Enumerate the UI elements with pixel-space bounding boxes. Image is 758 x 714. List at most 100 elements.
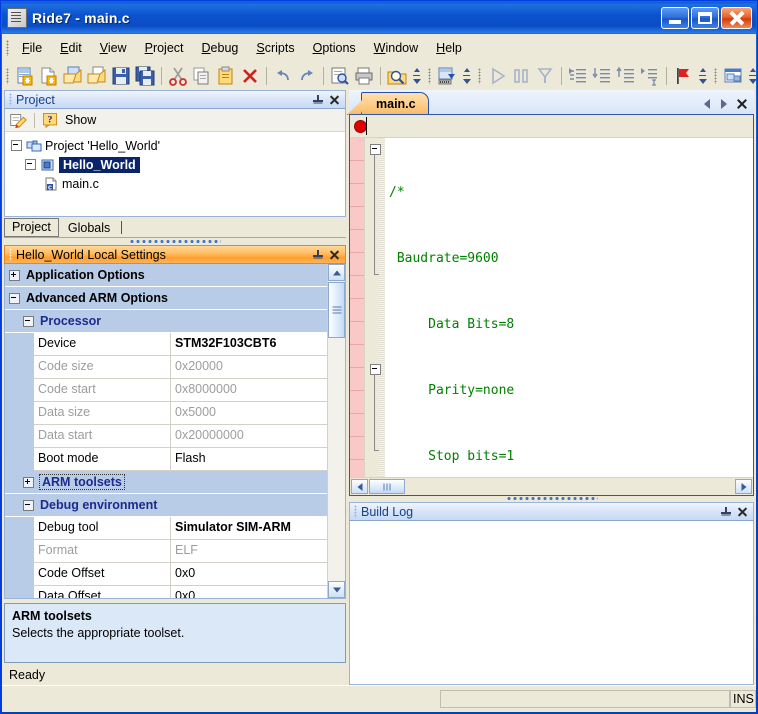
category-processor[interactable]: Processor [5,310,327,333]
close-icon[interactable] [736,505,750,519]
menu-window[interactable]: Window [365,38,427,58]
expand-toggle-icon[interactable] [11,140,22,151]
collapse-toggle-icon[interactable] [23,499,34,511]
scroll-right-icon[interactable] [735,479,752,494]
property-row-code-start[interactable]: Code start 0x8000000 [5,379,327,402]
property-value[interactable]: STM32F103CBT6 [171,333,327,356]
property-row-debug-tool[interactable]: Debug tool Simulator SIM-ARM [5,517,327,540]
menu-project[interactable]: Project [136,38,193,58]
toolbar-overflow-3[interactable] [697,65,708,87]
property-value[interactable]: 0x0 [171,563,327,586]
delete-icon[interactable] [239,65,261,87]
open-file-icon[interactable] [86,65,108,87]
minimize-button[interactable] [661,7,689,29]
scroll-down-button[interactable] [328,581,345,598]
property-value[interactable]: Flash [171,448,327,471]
hscrollbar-thumb[interactable] [369,479,405,494]
source-code[interactable]: /* Baudrate=9600 Data Bits=8 Parity=none… [385,138,753,477]
tab-project[interactable]: Project [4,218,59,237]
expand-toggle-icon[interactable] [23,476,34,488]
maximize-button[interactable] [691,7,719,29]
property-row-format[interactable]: Format ELF [5,540,327,563]
menu-help[interactable]: Help [427,38,471,58]
copy-icon[interactable] [191,65,213,87]
toolbar-drag-handle-2[interactable] [428,67,431,84]
code-editor[interactable]: /* Baudrate=9600 Data Bits=8 Parity=none… [349,114,754,496]
left-splitter-handle[interactable] [4,237,346,245]
scrollbar-thumb[interactable] [328,282,345,338]
step-out-icon[interactable] [615,65,637,87]
build-log-content[interactable] [349,521,754,685]
step-over-icon[interactable] [591,65,613,87]
menu-edit[interactable]: Edit [51,38,91,58]
help-icon[interactable]: ? [41,111,59,129]
editor-horizontal-scrollbar[interactable] [350,477,753,495]
window-tile-icon[interactable] [722,65,744,87]
new-project-icon[interactable] [14,65,36,87]
toolbar-overflow-4[interactable] [747,65,758,87]
toolbar-overflow-1[interactable] [411,65,422,87]
property-row-code-offset[interactable]: Code Offset 0x0 [5,563,327,586]
fold-toggle-main-icon[interactable] [370,364,381,375]
property-row-device[interactable]: Device STM32F103CBT6 [5,333,327,356]
fold-toggle-comment-icon[interactable] [370,144,381,155]
show-label[interactable]: Show [65,113,96,127]
tab-main-c[interactable]: main.c [361,92,429,114]
pause-icon[interactable] [510,65,532,87]
menu-drag-handle[interactable] [6,39,9,56]
tree-item-file[interactable]: c main.c [11,174,345,193]
open-project-icon[interactable] [62,65,84,87]
collapse-toggle-icon[interactable] [9,292,20,304]
run-icon[interactable] [486,65,508,87]
property-value[interactable]: 0x0 [171,586,327,598]
category-application-options[interactable]: Application Options [5,264,327,287]
paste-icon[interactable] [215,65,237,87]
print-icon[interactable] [353,65,375,87]
category-arm-toolsets[interactable]: ARM toolsets [5,471,327,494]
toolbar-drag-handle-3[interactable] [478,67,481,84]
step-into-icon[interactable] [567,65,589,87]
menu-view[interactable]: View [91,38,136,58]
tree-item-subproject[interactable]: Hello_World [11,155,345,174]
close-icon[interactable] [736,98,748,110]
toolbar-drag-handle-4[interactable] [714,67,717,84]
menu-file[interactable]: File [13,38,51,58]
code-folding-gutter[interactable] [365,138,385,477]
redo-icon[interactable] [296,65,318,87]
scroll-up-button[interactable] [328,264,345,281]
build-icon[interactable] [436,65,458,87]
property-row-data-start[interactable]: Data start 0x20000000 [5,425,327,448]
new-file-icon[interactable] [38,65,60,87]
close-icon[interactable] [328,93,342,107]
right-splitter-handle[interactable] [349,494,754,502]
panel-drag-handle[interactable] [354,505,357,518]
category-debug-environment[interactable]: Debug environment [5,494,327,517]
properties-icon[interactable] [8,110,28,130]
scroll-left-icon[interactable] [351,479,368,494]
category-advanced-arm-options[interactable]: Advanced ARM Options [5,287,327,310]
expand-toggle-icon[interactable] [9,269,20,281]
nav-prev-icon[interactable] [702,98,712,110]
pin-icon[interactable] [311,93,325,107]
property-row-code-size[interactable]: Code size 0x20000 [5,356,327,379]
undo-icon[interactable] [272,65,294,87]
property-row-data-size[interactable]: Data size 0x5000 [5,402,327,425]
collapse-toggle-icon[interactable] [23,315,34,327]
run-to-cursor-icon[interactable] [639,65,661,87]
editor-text-area[interactable]: /* Baudrate=9600 Data Bits=8 Parity=none… [350,138,753,477]
panel-drag-handle[interactable] [9,248,12,261]
tree-item-project[interactable]: Project 'Hello_World' [11,136,345,155]
menu-options[interactable]: Options [304,38,365,58]
settings-vertical-scrollbar[interactable] [327,264,345,598]
expand-toggle-icon[interactable] [25,159,36,170]
find-icon[interactable] [329,65,351,87]
save-icon[interactable] [110,65,132,87]
breakpoint-gutter[interactable] [350,138,365,477]
toolbar-drag-handle-1[interactable] [6,67,9,84]
property-value[interactable]: Simulator SIM-ARM [171,517,327,540]
cut-icon[interactable] [167,65,189,87]
breakpoint-icon[interactable] [672,65,694,87]
menu-scripts[interactable]: Scripts [247,38,303,58]
toolbar-overflow-2[interactable] [461,65,472,87]
close-button[interactable] [721,7,752,29]
